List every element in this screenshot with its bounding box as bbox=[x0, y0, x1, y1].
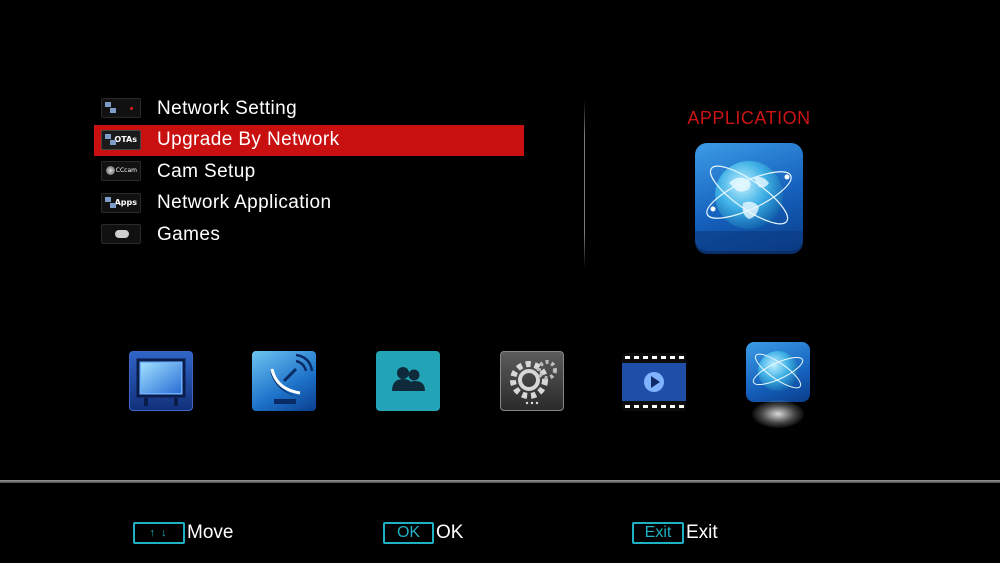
menu-item-label: Network Application bbox=[157, 192, 332, 214]
menu-item-network-setting[interactable]: Network Setting bbox=[94, 93, 524, 125]
tv-icon[interactable] bbox=[129, 351, 193, 411]
exit-key: Exit bbox=[632, 522, 684, 544]
up-down-arrows-icon: ↑↓ bbox=[133, 522, 185, 544]
vertical-divider bbox=[584, 100, 585, 268]
globe-icon bbox=[695, 143, 803, 251]
menu-item-label: Cam Setup bbox=[157, 160, 256, 182]
footer-divider bbox=[0, 480, 1000, 483]
application-menu: Network Setting OTAs Upgrade By Network … bbox=[94, 93, 524, 251]
menu-item-label: Network Setting bbox=[157, 97, 298, 119]
network-setting-icon bbox=[101, 98, 141, 118]
hint-exit: Exit Exit bbox=[632, 522, 718, 544]
menu-item-network-application[interactable]: Apps Network Application bbox=[94, 188, 524, 220]
menu-item-label: Upgrade By Network bbox=[157, 129, 340, 151]
apps-icon: Apps bbox=[101, 192, 141, 213]
video-player-icon[interactable] bbox=[622, 353, 686, 411]
panel-title: APPLICATION bbox=[687, 108, 811, 128]
ok-key: OK bbox=[383, 522, 434, 544]
gear-icon[interactable] bbox=[500, 351, 564, 411]
menu-item-games[interactable]: Games bbox=[94, 219, 524, 251]
selection-glow bbox=[752, 400, 804, 428]
hint-exit-label: Exit bbox=[686, 522, 718, 543]
satellite-dish-icon[interactable] bbox=[252, 351, 316, 411]
menu-item-cam-setup[interactable]: CCcam Cam Setup bbox=[94, 156, 524, 188]
ota-icon: OTAs bbox=[101, 129, 141, 150]
hint-move-label: Move bbox=[187, 522, 234, 543]
gamepad-icon bbox=[101, 224, 141, 244]
globe-icon[interactable] bbox=[746, 342, 810, 402]
cccam-icon: CCcam bbox=[101, 161, 141, 181]
users-icon[interactable] bbox=[376, 351, 440, 411]
hint-ok: OK OK bbox=[383, 522, 463, 544]
menu-item-label: Games bbox=[157, 223, 221, 245]
hint-ok-label: OK bbox=[436, 522, 464, 543]
menu-item-upgrade-by-network[interactable]: OTAs Upgrade By Network bbox=[94, 124, 524, 156]
hint-move: ↑↓ Move bbox=[133, 522, 233, 544]
